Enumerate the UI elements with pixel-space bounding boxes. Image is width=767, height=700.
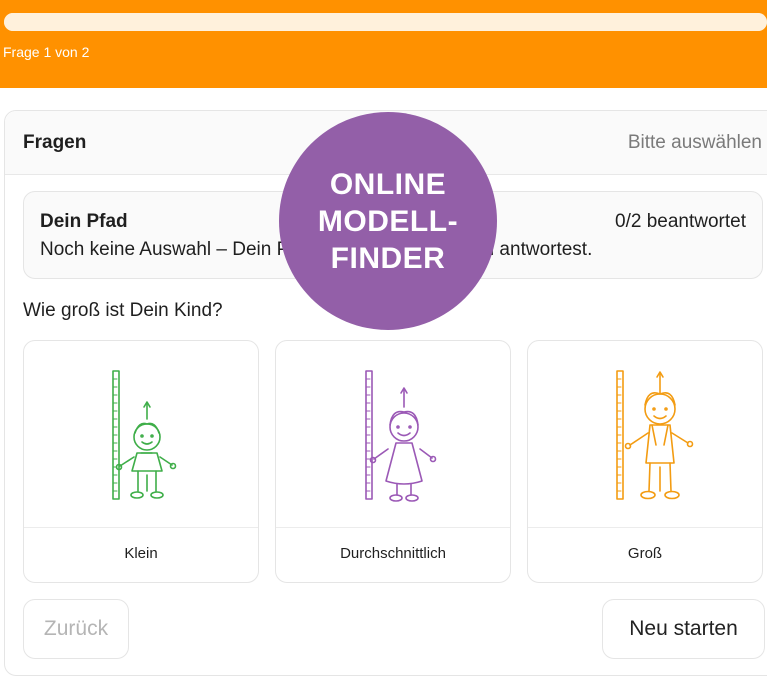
back-button[interactable]: Zurück bbox=[23, 599, 129, 659]
path-title: Dein Pfad bbox=[40, 211, 128, 232]
badge-line-1: ONLINE bbox=[329, 167, 447, 201]
progress-bar-fill bbox=[4, 13, 767, 31]
selection-hint: Bitte auswählen bbox=[627, 132, 762, 153]
option-small[interactable]: Klein bbox=[23, 340, 259, 583]
progress-bar bbox=[4, 13, 767, 31]
badge-line-2: MODELL- bbox=[317, 204, 459, 238]
restart-button[interactable]: Neu starten bbox=[602, 599, 765, 659]
option-average[interactable]: Durchschnittlich bbox=[275, 340, 511, 583]
card-title: Fragen bbox=[23, 132, 87, 153]
option-label: Groß bbox=[627, 545, 663, 562]
option-label: Klein bbox=[124, 545, 158, 562]
tall-child-height-chart-icon bbox=[528, 341, 762, 528]
badge-line-3: FINDER bbox=[330, 241, 446, 275]
answered-count: 0/2 beantwortet bbox=[615, 211, 746, 232]
question-text: Wie groß ist Dein Kind? bbox=[23, 300, 223, 321]
small-child-height-chart-icon bbox=[24, 341, 258, 528]
average-child-height-chart-icon bbox=[276, 341, 510, 528]
step-indicator: Frage 1 von 2 bbox=[3, 44, 90, 60]
online-model-finder-badge: ONLINE MODELL- FINDER bbox=[279, 112, 497, 330]
option-label: Durchschnittlich bbox=[340, 545, 446, 562]
option-tall[interactable]: Groß bbox=[527, 340, 763, 583]
progress-header: Frage 1 von 2 bbox=[0, 0, 767, 88]
